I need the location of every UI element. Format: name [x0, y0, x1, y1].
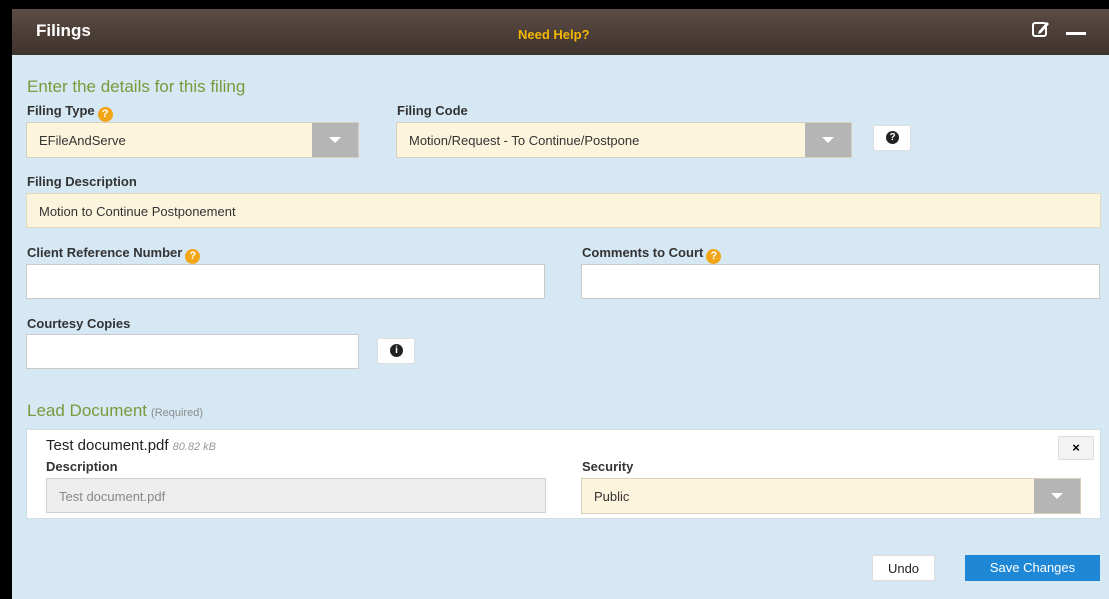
need-help-link[interactable]: Need Help? — [518, 27, 590, 42]
chevron-down-icon[interactable] — [805, 123, 851, 157]
section-title-lead-document: Lead Document (Required) — [27, 401, 203, 421]
question-circle-icon: ? — [886, 131, 899, 144]
screen-frame: Filings Need Help? Enter the details for… — [0, 0, 1109, 599]
document-file-name: Test document.pdf — [46, 437, 169, 454]
lead-document-title: Lead Document — [27, 401, 148, 420]
lead-document-card: Test document.pdf 80.82 kB × Description … — [26, 429, 1101, 519]
undo-button[interactable]: Undo — [872, 555, 935, 581]
minimize-icon[interactable] — [1062, 19, 1090, 43]
filing-type-value: EFileAndServe — [39, 133, 126, 148]
document-description-input[interactable]: Test document.pdf — [46, 478, 546, 513]
document-security-select[interactable]: Public — [581, 478, 1081, 514]
document-description-value: Test document.pdf — [59, 489, 166, 504]
remove-document-button[interactable]: × — [1058, 436, 1094, 460]
filing-description-label: Filing Description — [27, 174, 137, 189]
filing-description-input[interactable]: Motion to Continue Postponement — [26, 193, 1101, 228]
filing-code-select[interactable]: Motion/Request - To Continue/Postpone — [396, 122, 852, 158]
chevron-down-icon[interactable] — [312, 123, 358, 157]
filing-type-label-text: Filing Type — [27, 103, 95, 118]
info-circle-icon: i — [390, 344, 403, 357]
filing-description-value: Motion to Continue Postponement — [39, 204, 236, 219]
client-reference-label: Client Reference Number? — [27, 245, 201, 264]
client-reference-input[interactable] — [26, 264, 545, 299]
courtesy-copies-label: Courtesy Copies — [27, 316, 131, 331]
panel-titlebar: Filings Need Help? — [12, 9, 1109, 55]
document-file-name-row: Test document.pdf 80.82 kB — [46, 437, 216, 454]
courtesy-copies-input[interactable] — [26, 334, 359, 369]
required-note: (Required) — [151, 407, 203, 419]
filings-panel: Filings Need Help? Enter the details for… — [12, 9, 1109, 599]
document-file-size: 80.82 kB — [172, 441, 216, 453]
section-title-details: Enter the details for this filing — [27, 77, 246, 96]
panel-title: Filings — [36, 21, 91, 40]
edit-icon[interactable] — [1031, 19, 1051, 39]
filing-type-label: Filing Type? — [27, 103, 113, 122]
document-security-value: Public — [594, 489, 630, 504]
help-icon[interactable]: ? — [97, 107, 113, 122]
help-icon[interactable]: ? — [185, 249, 201, 264]
courtesy-copies-info-button[interactable]: i — [377, 338, 415, 364]
comments-to-court-label-text: Comments to Court — [582, 245, 704, 260]
comments-to-court-label: Comments to Court? — [582, 245, 722, 264]
filing-code-help-button[interactable]: ? — [873, 125, 911, 151]
filing-code-value: Motion/Request - To Continue/Postpone — [409, 133, 640, 148]
filing-type-select[interactable]: EFileAndServe — [26, 122, 359, 158]
save-changes-button[interactable]: Save Changes — [965, 555, 1100, 581]
document-description-label: Description — [46, 459, 118, 474]
chevron-down-icon[interactable] — [1034, 479, 1080, 513]
client-reference-label-text: Client Reference Number — [27, 245, 183, 260]
comments-to-court-input[interactable] — [581, 264, 1100, 299]
help-icon[interactable]: ? — [706, 249, 722, 264]
document-security-label: Security — [582, 459, 634, 474]
filing-code-label: Filing Code — [397, 103, 468, 118]
